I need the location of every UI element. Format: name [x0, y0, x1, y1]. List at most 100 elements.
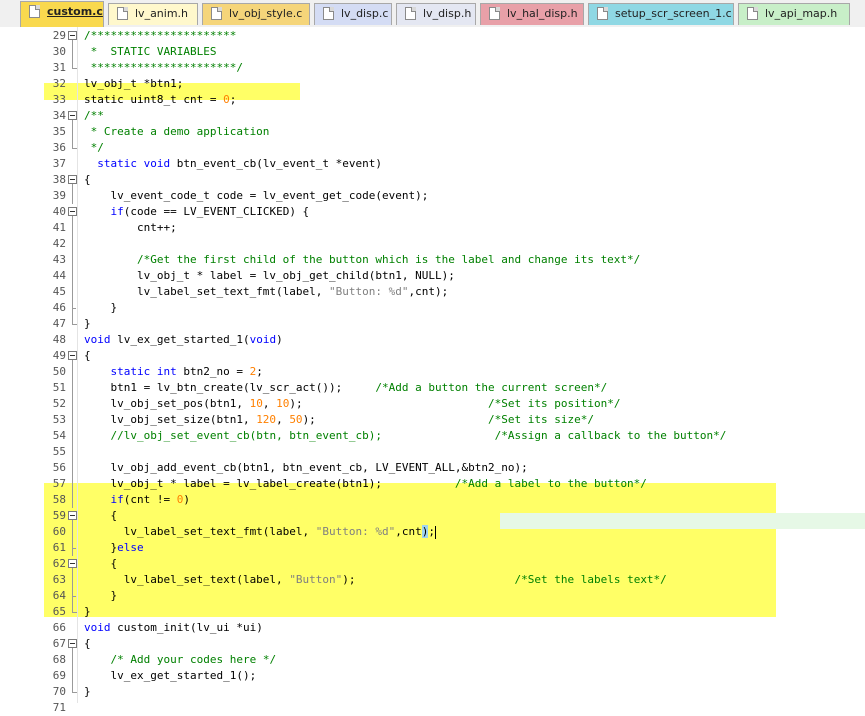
fold-end-marker: [67, 140, 78, 156]
code-line[interactable]: 32 lv_obj_t *btn1;: [0, 76, 865, 92]
code-text: /* Add your codes here */: [84, 652, 277, 668]
fold-toggle-icon[interactable]: [67, 556, 78, 572]
line-number: 55: [52, 445, 66, 458]
code-text: **********************/: [84, 60, 243, 76]
code-line[interactable]: 54 //lv_obj_set_event_cb(btn, btn_event_…: [0, 428, 865, 444]
fold-toggle-icon[interactable]: [67, 172, 78, 188]
code-line[interactable]: 65}: [0, 604, 865, 620]
fold-line: [67, 668, 78, 684]
code-line[interactable]: 30 * STATIC VARIABLES: [0, 44, 865, 60]
code-line[interactable]: 37 static void btn_event_cb(lv_event_t *…: [0, 156, 865, 172]
code-line[interactable]: 36 */: [0, 140, 865, 156]
tab-lv-obj-style-c[interactable]: lv_obj_style.c: [202, 3, 310, 25]
code-text: {: [84, 172, 91, 188]
code-line[interactable]: 63 lv_label_set_text(label, "Button"); /…: [0, 572, 865, 588]
fold-toggle-icon[interactable]: [67, 508, 78, 524]
code-line[interactable]: 43 /*Get the first child of the button w…: [0, 252, 865, 268]
code-line[interactable]: 52 lv_obj_set_pos(btn1, 10, 10); /*Set i…: [0, 396, 865, 412]
line-number: 68: [52, 653, 66, 666]
code-line[interactable]: 69 lv_ex_get_started_1();: [0, 668, 865, 684]
file-icon: [489, 7, 500, 20]
file-icon: [405, 7, 416, 20]
fold-toggle-icon[interactable]: [67, 108, 78, 124]
code-line[interactable]: 53 lv_obj_set_size(btn1, 120, 50); /*Set…: [0, 412, 865, 428]
code-text: lv_obj_set_pos(btn1, 10, 10); /*Set its …: [84, 396, 620, 412]
code-line[interactable]: 45 lv_label_set_text_fmt(label, "Button:…: [0, 284, 865, 300]
file-icon: [323, 7, 334, 20]
code-line[interactable]: 51 btn1 = lv_btn_create(lv_scr_act()); /…: [0, 380, 865, 396]
code-line[interactable]: 66 void custom_init(lv_ui *ui): [0, 620, 865, 636]
code-token: lv_obj_t * label = lv_label_create(btn1)…: [84, 477, 455, 490]
fold-line: [67, 572, 78, 588]
code-line[interactable]: 49 {: [0, 348, 865, 364]
code-token: }: [84, 301, 118, 314]
code-line[interactable]: 67 {: [0, 636, 865, 652]
code-line[interactable]: 41 cnt++;: [0, 220, 865, 236]
fold-tick-marker: [67, 300, 78, 316]
code-line[interactable]: 59 {: [0, 508, 865, 524]
tab-lv-disp-h[interactable]: lv_disp.h: [396, 3, 476, 25]
code-token: /* Add your codes here */: [110, 653, 277, 666]
fold-end-marker: [67, 684, 78, 700]
code-line[interactable]: 64 }: [0, 588, 865, 604]
code-text: /**: [84, 108, 104, 124]
code-line[interactable]: 33 static uint8_t cnt = 0;: [0, 92, 865, 108]
code-line[interactable]: 68 /* Add your codes here */: [0, 652, 865, 668]
line-number: 45: [52, 285, 66, 298]
code-token: "Button: %d": [329, 285, 409, 298]
code-editor[interactable]: 29 /********************** 30 * STATIC VAR…: [0, 27, 865, 714]
code-text: lv_obj_set_size(btn1, 120, 50); /*Set it…: [84, 412, 593, 428]
code-line[interactable]: 44 lv_obj_t * label = lv_obj_get_child(b…: [0, 268, 865, 284]
code-text: lv_obj_t * label = lv_obj_get_child(btn1…: [84, 268, 455, 284]
code-line[interactable]: 55: [0, 444, 865, 460]
tab-lv-hal-disp-h[interactable]: lv_hal_disp.h: [480, 3, 584, 25]
tab-label: lv_obj_style.c: [229, 7, 303, 20]
fold-toggle-icon[interactable]: [67, 204, 78, 220]
fold-toggle-icon[interactable]: [67, 348, 78, 364]
code-token: }: [84, 317, 91, 330]
code-line[interactable]: 61 }else: [0, 540, 865, 556]
code-line[interactable]: 56 lv_obj_add_event_cb(btn1, btn_event_c…: [0, 460, 865, 476]
code-token: lv_ex_get_started_1();: [84, 669, 257, 682]
code-token: else: [117, 541, 144, 554]
code-line[interactable]: 35 * Create a demo application: [0, 124, 865, 140]
code-line[interactable]: 29 /**********************: [0, 28, 865, 44]
code-line[interactable]: 42: [0, 236, 865, 252]
code-line[interactable]: 62 {: [0, 556, 865, 572]
fold-toggle-icon[interactable]: [67, 636, 78, 652]
tab-lv-api-map-h[interactable]: lv_api_map.h: [738, 3, 850, 25]
tab-custom-c[interactable]: custom.c: [20, 1, 104, 27]
tab-label: lv_anim.h: [135, 7, 189, 20]
code-text: {: [84, 636, 91, 652]
code-line[interactable]: 58 if(cnt != 0): [0, 492, 865, 508]
line-number: 54: [52, 429, 66, 442]
code-line[interactable]: 48 void lv_ex_get_started_1(void): [0, 332, 865, 348]
code-line[interactable]: 50 static int btn2_no = 2;: [0, 364, 865, 380]
code-line[interactable]: 40 if(code == LV_EVENT_CLICKED) {: [0, 204, 865, 220]
code-line[interactable]: 57 lv_obj_t * label = lv_label_create(bt…: [0, 476, 865, 492]
code-line[interactable]: 39 lv_event_code_t code = lv_event_get_c…: [0, 188, 865, 204]
code-text: lv_event_code_t code = lv_event_get_code…: [84, 188, 428, 204]
line-number: 39: [52, 189, 66, 202]
code-token: "Button: %d": [315, 525, 396, 538]
fold-end-marker: [67, 604, 78, 620]
code-line[interactable]: 34 /**: [0, 108, 865, 124]
tab-lv-anim-h[interactable]: lv_anim.h: [108, 3, 198, 25]
code-token: if: [110, 205, 124, 218]
code-token: (code == LV_EVENT_CLICKED) {: [123, 205, 310, 218]
tab-lv-disp-c[interactable]: lv_disp.c: [314, 3, 392, 25]
code-line[interactable]: 31 **********************/: [0, 60, 865, 76]
code-token: ,cnt);: [408, 285, 449, 298]
code-line[interactable]: 71: [0, 700, 865, 716]
code-line[interactable]: 46 }: [0, 300, 865, 316]
code-token: {: [84, 637, 91, 650]
code-line[interactable]: 38 {: [0, 172, 865, 188]
tab-setup-scr-screen-1-c[interactable]: setup_scr_screen_1.c: [588, 3, 734, 25]
line-number: 43: [52, 253, 66, 266]
code-line[interactable]: 47}: [0, 316, 865, 332]
code-line[interactable]: 60 lv_label_set_text_fmt(label, "Button:…: [0, 524, 865, 540]
fold-toggle-icon[interactable]: [67, 28, 78, 44]
code-line[interactable]: 70}: [0, 684, 865, 700]
code-token: {: [84, 509, 118, 522]
